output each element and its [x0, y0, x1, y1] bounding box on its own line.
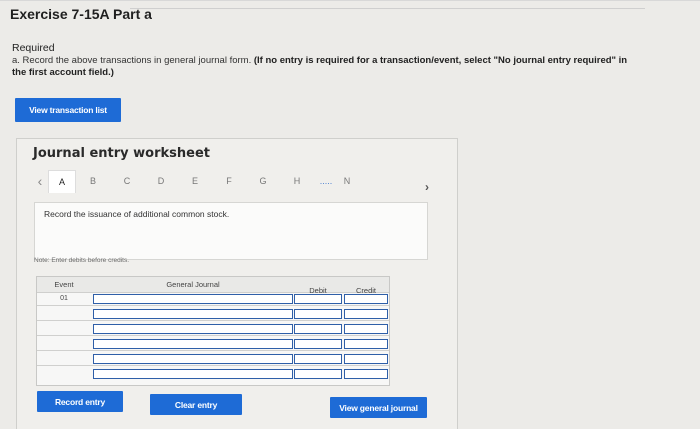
clear-entry-button[interactable]: Clear entry	[150, 394, 242, 415]
required-label: Required	[12, 42, 55, 54]
account-input[interactable]	[93, 369, 293, 379]
page-title: Exercise 7-15A Part a	[10, 6, 152, 22]
table-row	[37, 308, 389, 321]
account-input[interactable]	[93, 339, 293, 349]
worksheet-tabs: ‹ A B C D E F G H ..... N	[32, 169, 356, 193]
column-header-general-journal: General Journal	[166, 280, 220, 289]
account-input[interactable]	[93, 309, 293, 319]
credit-input[interactable]	[344, 339, 388, 349]
tab-c[interactable]: C	[110, 176, 144, 186]
event-cell	[37, 308, 91, 320]
credit-input[interactable]	[344, 294, 388, 304]
chevron-left-icon[interactable]: ‹	[32, 173, 48, 189]
tab-a[interactable]: A	[48, 169, 76, 193]
instruction-plain: a. Record the above transactions in gene…	[12, 55, 252, 66]
tab-d[interactable]: D	[144, 176, 178, 186]
column-header-event: Event	[54, 280, 74, 289]
credit-input[interactable]	[344, 309, 388, 319]
header-divider	[130, 8, 645, 9]
tab-n[interactable]: N	[338, 176, 356, 186]
top-divider	[0, 0, 700, 1]
table-row	[37, 353, 389, 366]
view-transaction-list-button[interactable]: View transaction list	[15, 98, 121, 122]
journal-entry-grid: Event General Journal Debit Credit 01	[36, 276, 390, 386]
credit-input[interactable]	[344, 369, 388, 379]
event-cell	[37, 323, 91, 335]
worksheet-title: Journal entry worksheet	[33, 146, 210, 161]
transaction-description: Record the issuance of additional common…	[44, 209, 230, 219]
view-general-journal-button[interactable]: View general journal	[330, 397, 427, 418]
event-cell	[37, 353, 91, 365]
debit-credit-note: Note: Enter debits before credits.	[34, 257, 130, 264]
event-cell	[37, 338, 91, 350]
debit-input[interactable]	[294, 339, 342, 349]
table-row	[37, 368, 389, 380]
table-row	[37, 338, 389, 351]
tab-g[interactable]: G	[246, 176, 280, 186]
account-input[interactable]	[93, 354, 293, 364]
debit-input[interactable]	[294, 309, 342, 319]
table-row: 01	[37, 293, 389, 306]
credit-input[interactable]	[344, 324, 388, 334]
chevron-right-icon[interactable]: ›	[425, 180, 429, 194]
account-input[interactable]	[93, 294, 293, 304]
tab-f[interactable]: F	[212, 176, 246, 186]
debit-input[interactable]	[294, 354, 342, 364]
debit-input[interactable]	[294, 324, 342, 334]
tab-b[interactable]: B	[76, 176, 110, 186]
debit-input[interactable]	[294, 369, 342, 379]
tab-e[interactable]: E	[178, 176, 212, 186]
table-row	[37, 323, 389, 336]
account-input[interactable]	[93, 324, 293, 334]
record-entry-button[interactable]: Record entry	[37, 391, 123, 412]
debit-input[interactable]	[294, 294, 342, 304]
grid-header: Event General Journal Debit Credit	[37, 277, 389, 295]
credit-input[interactable]	[344, 354, 388, 364]
event-cell	[37, 368, 91, 380]
tab-ellipsis: .....	[319, 176, 333, 186]
event-cell: 01	[60, 295, 68, 302]
required-instructions: a. Record the above transactions in gene…	[12, 55, 632, 79]
tab-h[interactable]: H	[280, 176, 314, 186]
